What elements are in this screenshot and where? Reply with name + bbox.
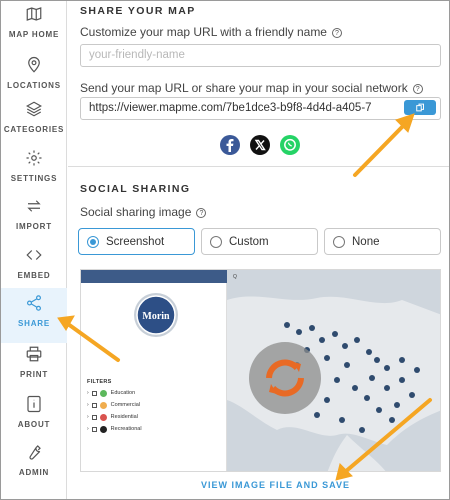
map-url-label: Send your map URL or share your map in y…: [80, 81, 423, 95]
whatsapp-glyph: [284, 138, 296, 151]
radio-screenshot[interactable]: Screenshot: [78, 228, 195, 255]
sidebar-item-label: ADMIN: [18, 468, 50, 477]
facebook-icon[interactable]: [220, 135, 240, 155]
filter-row: › Education: [87, 389, 136, 397]
gear-icon: [26, 150, 42, 166]
education-dot: [99, 389, 107, 397]
location-pin-icon: [28, 56, 40, 73]
filter-row: › Recreational: [87, 425, 142, 433]
map-marker: [409, 392, 415, 398]
sidebar-item-label: EMBED: [17, 271, 51, 280]
map-marker: [296, 329, 302, 335]
sidebar-item-label: CATEGORIES: [3, 125, 65, 134]
sidebar-item-label: SHARE: [17, 319, 50, 328]
map-marker: [376, 407, 382, 413]
sidebar-item-label: IMPORT: [16, 222, 52, 231]
copy-url-button[interactable]: [404, 100, 436, 115]
svg-text:Q: Q: [233, 274, 237, 280]
map-marker: [324, 355, 330, 361]
radio-button: [333, 235, 345, 248]
svg-text:Morin: Morin: [142, 311, 170, 322]
filters-title: FILTERS: [87, 379, 112, 385]
radio-none[interactable]: None: [324, 228, 441, 255]
map-marker: [309, 325, 315, 331]
map-marker: [339, 417, 345, 423]
sidebar-item-label: MAP HOME: [8, 30, 60, 39]
radio-button: [210, 235, 222, 248]
x-glyph: [254, 139, 266, 151]
preview-side-panel: Morin FILTERS › Education › Commercial › Re…: [81, 270, 227, 471]
preview-header-bar: [81, 270, 227, 283]
layers-icon: [26, 101, 42, 117]
morin-logo: Morin: [134, 293, 178, 337]
whatsapp-icon[interactable]: [280, 135, 300, 155]
social-image-label: Social sharing image?: [80, 205, 207, 219]
share-panel: SHARE YOUR MAP Customize your map URL wi…: [68, 1, 449, 499]
sidebar: MAP HOME LOCATIONS CATEGORIES SETTINGS I…: [1, 1, 67, 499]
recreational-dot: [99, 425, 107, 433]
sidebar-item-label: PRINT: [20, 370, 48, 379]
map-marker: [352, 385, 358, 391]
friendly-name-input[interactable]: your-friendly-name: [80, 44, 441, 67]
map-icon: [26, 7, 42, 21]
share-icon: [27, 295, 41, 311]
printer-icon: [26, 346, 42, 362]
commercial-dot: [99, 401, 107, 409]
map-marker: [319, 337, 325, 343]
map-marker: [324, 397, 330, 403]
map-marker: [366, 349, 372, 355]
sidebar-item-label: SETTINGS: [10, 174, 58, 183]
radio-button: [87, 235, 99, 248]
map-marker: [384, 365, 390, 371]
filter-row: › Commercial: [87, 401, 141, 409]
map-marker: [399, 377, 405, 383]
map-marker: [389, 417, 395, 423]
map-marker: [332, 331, 338, 337]
code-brackets-icon: [26, 250, 42, 260]
wrench-icon: [29, 445, 41, 460]
copy-icon: [415, 103, 424, 112]
map-marker: [344, 362, 350, 368]
map-url-input[interactable]: https://viewer.mapme.com/7be1dce3-b9f8-4…: [80, 97, 441, 120]
map-marker: [359, 427, 365, 433]
sidebar-item-share[interactable]: SHARE: [1, 288, 67, 343]
help-icon[interactable]: ?: [196, 208, 207, 218]
preview-map: Q: [227, 270, 440, 471]
view-image-file-link[interactable]: VIEW IMAGE FILE AND SAVE: [201, 480, 350, 490]
share-map-title: SHARE YOUR MAP: [80, 5, 196, 17]
residential-dot: [99, 413, 107, 421]
map-marker: [334, 377, 340, 383]
import-arrows-icon: [27, 200, 41, 212]
section-divider: [68, 166, 449, 167]
info-icon: [27, 395, 41, 413]
map-marker: [384, 385, 390, 391]
x-icon[interactable]: [250, 135, 270, 155]
map-marker: [314, 412, 320, 418]
map-marker: [374, 357, 380, 363]
map-marker: [342, 343, 348, 349]
facebook-glyph: [226, 139, 234, 152]
screenshot-preview: Morin FILTERS › Education › Commercial › Re…: [80, 269, 441, 472]
sidebar-item-label: ABOUT: [17, 420, 51, 429]
help-icon[interactable]: ?: [331, 28, 342, 38]
sidebar-item-admin[interactable]: ADMIN: [1, 441, 67, 500]
filter-row: › Residential: [87, 413, 138, 421]
map-marker: [414, 367, 420, 373]
radio-custom[interactable]: Custom: [201, 228, 318, 255]
map-marker: [369, 375, 375, 381]
sidebar-item-label: LOCATIONS: [7, 81, 61, 90]
map-marker: [284, 322, 290, 328]
friendly-name-label: Customize your map URL with a friendly n…: [80, 25, 342, 39]
map-marker: [399, 357, 405, 363]
help-icon[interactable]: ?: [412, 84, 423, 94]
map-marker: [394, 402, 400, 408]
map-illustration: Q: [227, 270, 440, 471]
social-sharing-title: SOCIAL SHARING: [80, 183, 191, 195]
map-marker: [354, 337, 360, 343]
map-marker: [364, 395, 370, 401]
